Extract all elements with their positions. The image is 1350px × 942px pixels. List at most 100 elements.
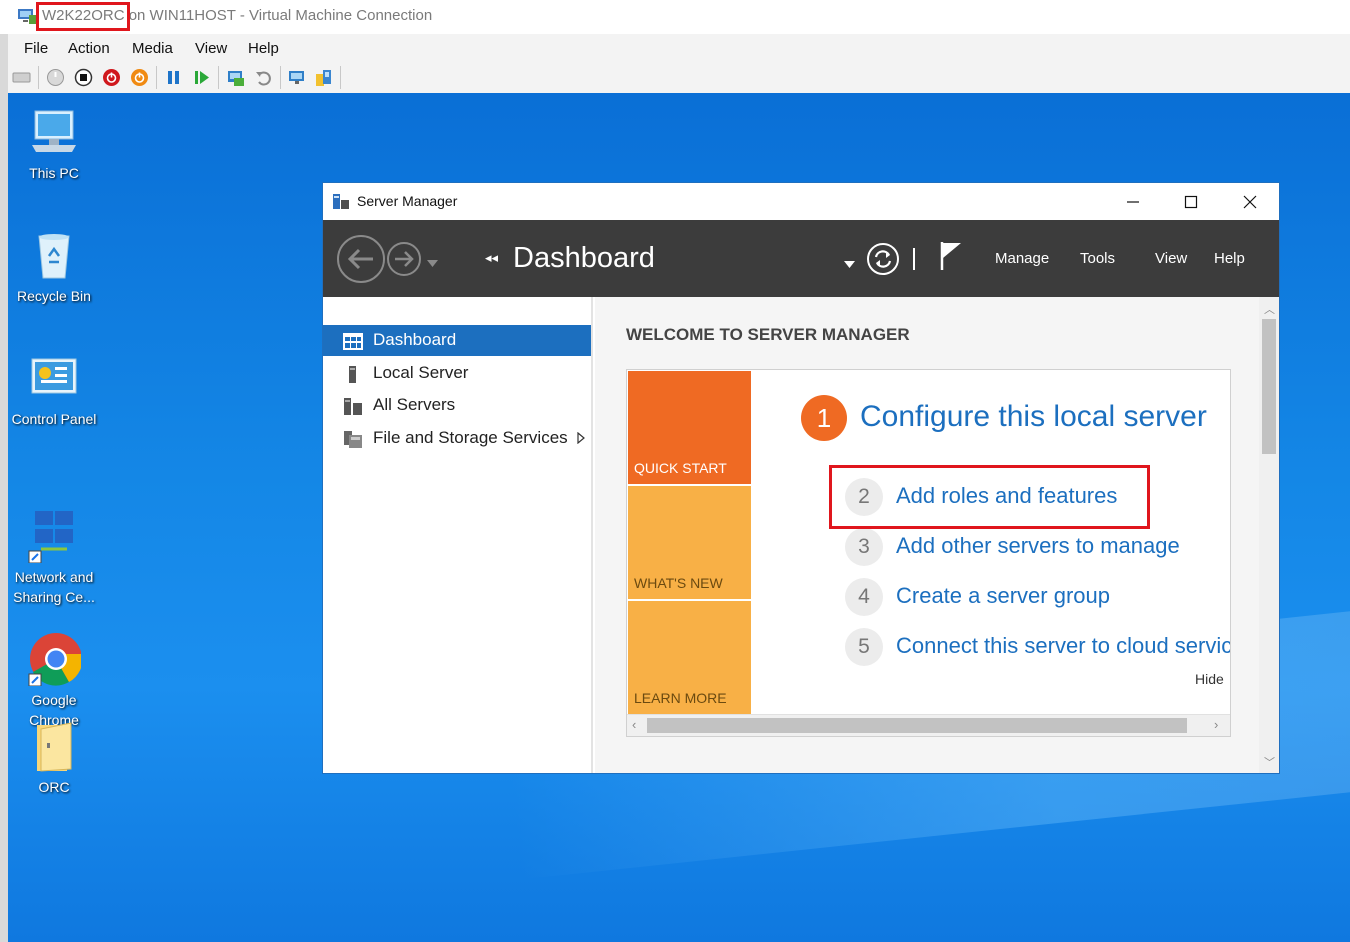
- dashboard-icon: [343, 333, 363, 350]
- revert-icon[interactable]: [254, 68, 273, 87]
- toolbar-separator: [156, 66, 157, 89]
- vm-titlebar: W2K22ORC on WIN11HOST - Virtual Machine …: [0, 0, 1350, 34]
- sidebar-item-label: Dashboard: [373, 330, 457, 349]
- header-dropdown-icon[interactable]: [844, 255, 855, 273]
- create-server-group-link[interactable]: Create a server group: [896, 583, 1110, 609]
- desktop-icon-label: Control Panel: [11, 411, 97, 427]
- horizontal-scrollbar[interactable]: ‹ ›: [627, 714, 1230, 736]
- sidebar-item-file-storage-services[interactable]: File and Storage Services: [323, 423, 591, 454]
- desktop-icon-control-panel[interactable]: Control Panel: [8, 351, 102, 429]
- tile-label: WHAT'S NEW: [634, 575, 723, 591]
- history-dropdown-icon[interactable]: [427, 254, 438, 272]
- this-pc-icon: [27, 105, 81, 159]
- resume-icon[interactable]: [192, 68, 211, 87]
- close-icon[interactable]: [1230, 189, 1270, 215]
- sidebar-item-label: All Servers: [373, 395, 456, 414]
- minimize-icon[interactable]: [1113, 189, 1153, 215]
- breadcrumb-arrow-icon: ◂◂: [485, 250, 499, 265]
- checkpoint-icon[interactable]: [226, 68, 245, 87]
- sidebar-item-local-server[interactable]: Local Server: [323, 358, 591, 389]
- vertical-scrollbar[interactable]: ︿ ﹀: [1259, 297, 1279, 773]
- notifications-flag-icon[interactable]: [939, 240, 965, 277]
- expand-arrow-icon[interactable]: [577, 432, 585, 444]
- sidebar-item-label: Local Server: [373, 363, 469, 382]
- forward-arrow-icon[interactable]: [387, 242, 421, 276]
- back-arrow-icon[interactable]: [337, 235, 385, 283]
- scroll-up-icon[interactable]: ︿: [1264, 301, 1275, 317]
- step1-number-badge: 1: [801, 395, 847, 441]
- connect-cloud-services-link[interactable]: Connect this server to cloud servic: [896, 633, 1230, 659]
- scrollbar-thumb[interactable]: [1262, 319, 1276, 454]
- server-manager-icon: [333, 194, 349, 209]
- window-left-border: [0, 34, 8, 942]
- network-sharing-center-icon: [27, 491, 81, 564]
- hide-link[interactable]: Hide: [1195, 671, 1224, 687]
- enhanced-session-icon[interactable]: [288, 68, 307, 87]
- maximize-icon[interactable]: [1171, 189, 1211, 215]
- scroll-left-icon[interactable]: ‹: [632, 717, 636, 732]
- server-manager-sidebar: Dashboard Local Server All Servers File …: [323, 297, 593, 773]
- sidebar-item-dashboard[interactable]: Dashboard: [323, 325, 591, 356]
- dashboard-content: WELCOME TO SERVER MANAGER QUICK START WH…: [595, 297, 1259, 773]
- local-server-icon: [349, 366, 356, 383]
- menu-file[interactable]: File: [24, 40, 48, 57]
- file-storage-icon: [344, 431, 362, 448]
- desktop-icon-label: This PC: [29, 165, 79, 181]
- welcome-heading: WELCOME TO SERVER MANAGER: [626, 325, 910, 344]
- server-manager-window: Server Manager ◂◂ Dashboard Manage Tools…: [322, 182, 1280, 774]
- all-servers-icon: [344, 398, 362, 415]
- header-menu-tools[interactable]: Tools: [1080, 250, 1115, 267]
- shutdown-icon[interactable]: [102, 68, 121, 87]
- server-manager-header: ◂◂ Dashboard Manage Tools View Help: [323, 220, 1279, 297]
- pause-icon[interactable]: [164, 68, 183, 87]
- tile-whats-new[interactable]: WHAT'S NEW: [628, 486, 751, 599]
- header-separator: [913, 248, 915, 270]
- menu-action[interactable]: Action: [68, 40, 110, 57]
- desktop-icon-this-pc[interactable]: This PC: [8, 105, 102, 183]
- tile-learn-more[interactable]: LEARN MORE: [628, 601, 751, 714]
- toolbar-separator: [340, 66, 341, 89]
- vm-title-rest: on WIN11HOST - Virtual Machine Connectio…: [124, 7, 433, 24]
- tile-label: LEARN MORE: [634, 690, 727, 706]
- chrome-icon: [27, 614, 83, 687]
- scroll-down-icon[interactable]: ﹀: [1264, 754, 1275, 770]
- toolbar-separator: [218, 66, 219, 89]
- configure-local-server-link[interactable]: Configure this local server: [860, 400, 1207, 434]
- tile-quick-start[interactable]: QUICK START: [628, 371, 751, 484]
- desktop-icon-recycle-bin[interactable]: Recycle Bin: [8, 228, 102, 306]
- save-state-icon[interactable]: [130, 68, 149, 87]
- highlight-box-add-roles: [829, 465, 1150, 529]
- vm-connection-icon: [18, 9, 36, 24]
- tile-label: QUICK START: [634, 460, 727, 476]
- ctrl-alt-del-icon[interactable]: [12, 68, 31, 87]
- desktop-icon-orc-folder[interactable]: ORC: [8, 719, 102, 797]
- turn-off-icon[interactable]: [74, 68, 93, 87]
- folder-icon: [27, 719, 81, 773]
- quick-start-panel: QUICK START WHAT'S NEW LEARN MORE 1 Conf…: [626, 369, 1231, 737]
- highlight-box-vm-name: [36, 2, 130, 31]
- scroll-right-icon[interactable]: ›: [1214, 717, 1218, 732]
- menu-view[interactable]: View: [195, 40, 227, 57]
- control-panel-icon: [27, 351, 81, 405]
- start-icon[interactable]: [46, 68, 65, 87]
- desktop-icon-label: ORC: [38, 779, 70, 795]
- vm-toolbar: [8, 62, 1350, 93]
- menu-media[interactable]: Media: [132, 40, 173, 57]
- toolbar-separator: [280, 66, 281, 89]
- header-menu-help[interactable]: Help: [1214, 250, 1245, 267]
- scrollbar-thumb[interactable]: [647, 718, 1187, 733]
- refresh-icon[interactable]: [866, 242, 900, 281]
- sidebar-item-all-servers[interactable]: All Servers: [323, 390, 591, 421]
- add-other-servers-link[interactable]: Add other servers to manage: [896, 533, 1180, 559]
- breadcrumb-dashboard: Dashboard: [513, 242, 655, 274]
- server-manager-title: Server Manager: [357, 193, 458, 209]
- header-menu-manage[interactable]: Manage: [995, 250, 1049, 267]
- server-manager-titlebar: Server Manager: [323, 183, 1279, 220]
- vm-menubar: File Action Media View Help: [8, 34, 1350, 62]
- share-icon[interactable]: [314, 68, 333, 87]
- header-menu-view[interactable]: View: [1155, 250, 1187, 267]
- toolbar-separator: [38, 66, 39, 89]
- menu-help[interactable]: Help: [248, 40, 279, 57]
- step-number: 3: [845, 528, 883, 566]
- recycle-bin-icon: [27, 228, 81, 282]
